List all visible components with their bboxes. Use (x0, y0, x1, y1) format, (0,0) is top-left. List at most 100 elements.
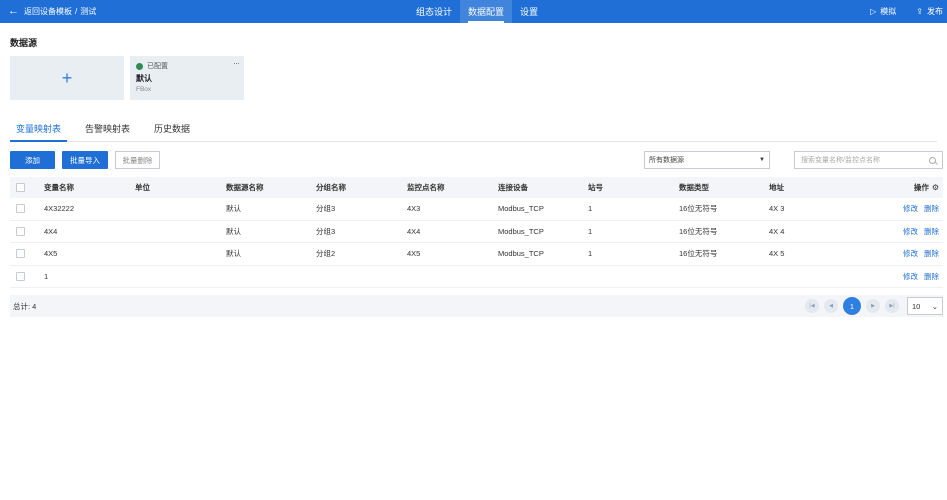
edit-link[interactable]: 修改 (903, 226, 918, 237)
filter-value: 所有数据源 (649, 157, 684, 164)
cell-variable-name: 1 (44, 271, 49, 281)
cell-datasource: 默认 (226, 249, 241, 259)
row-actions: 修改 删除 (897, 198, 939, 220)
current-page[interactable]: 1 (843, 297, 861, 315)
add-button[interactable]: 添加 (10, 151, 55, 169)
cell-monitor-point: 4X5 (407, 249, 421, 259)
col-unit: 单位 (135, 183, 150, 192)
row-checkbox[interactable] (16, 204, 25, 214)
first-page-icon[interactable]: |◀ (805, 299, 819, 313)
main-tabs: 组态设计 数据配置 设置 (408, 0, 546, 23)
pagination: |◀ ◀ 1 ▶ ▶| 10 ⌄ (800, 295, 943, 317)
col-actions: 操作 ⚙ (914, 177, 939, 198)
chevron-down-icon: ⌄ (931, 301, 938, 311)
prev-page-icon[interactable]: ◀ (824, 299, 838, 313)
delete-link[interactable]: 删除 (924, 203, 939, 214)
search-placeholder: 搜索变量名称/监控点名称 (801, 157, 880, 164)
more-icon[interactable]: ··· (233, 58, 240, 68)
tab-design[interactable]: 组态设计 (408, 0, 460, 23)
datasource-title: 数据源 (10, 38, 38, 48)
caret-down-icon: ▼ (759, 157, 765, 163)
cell-station: 1 (588, 204, 593, 214)
plus-icon: + (61, 67, 73, 88)
edit-link[interactable]: 修改 (903, 248, 918, 259)
edit-link[interactable]: 修改 (903, 203, 918, 214)
cell-datasource: 默认 (226, 204, 241, 214)
page-size-select[interactable]: 10 ⌄ (907, 297, 943, 315)
cell-station: 1 (588, 226, 593, 236)
datasource-status: 已配置 (136, 61, 238, 71)
play-icon: ▷ (870, 7, 877, 16)
datasource-filter-select[interactable]: 所有数据源 ▼ (644, 151, 770, 169)
datasource-name: 默认 (136, 74, 152, 83)
col-device: 连接设备 (498, 183, 528, 192)
tab-history-data[interactable]: 历史数据 (148, 116, 196, 141)
back-label: 返回设备模板 (24, 7, 72, 16)
datasource-card[interactable]: 已配置 ··· 默认 FBox (130, 56, 244, 100)
col-address: 地址 (769, 183, 784, 192)
edit-link[interactable]: 修改 (903, 271, 918, 282)
simulate-label: 模拟 (880, 7, 897, 16)
total-count: 总计: 4 (13, 301, 37, 311)
search-icon (929, 156, 936, 164)
row-checkbox[interactable] (16, 271, 25, 281)
tab-data-config[interactable]: 数据配置 (460, 0, 513, 23)
top-bar: ← 返回设备模板 / 测试 组态设计 数据配置 设置 ▷ 模拟 ⇪ 发布 (0, 0, 947, 23)
cell-datasource: 默认 (226, 226, 241, 236)
table-row: 4X32222 默认 分组3 4X3 Modbus_TCP 1 16位无符号 4… (10, 198, 943, 221)
cell-variable-name: 4X32222 (44, 204, 75, 214)
batch-import-button[interactable]: 批量导入 (62, 151, 108, 169)
tab-alarm-map[interactable]: 告警映射表 (79, 116, 136, 141)
row-actions: 修改 删除 (897, 243, 939, 265)
cell-variable-name: 4X4 (44, 226, 58, 236)
next-page-icon[interactable]: ▶ (866, 299, 880, 313)
cell-variable-name: 4X5 (44, 249, 58, 259)
cell-device: Modbus_TCP (498, 226, 544, 236)
sub-tabs: 变量映射表 告警映射表 历史数据 (10, 116, 937, 142)
row-checkbox[interactable] (16, 226, 25, 236)
delete-link[interactable]: 删除 (924, 271, 939, 282)
back-link[interactable]: ← 返回设备模板 / 测试 (8, 0, 96, 23)
col-group: 分组名称 (316, 183, 346, 192)
table-row: 1 修改 删除 (10, 266, 943, 288)
cell-group: 分组2 (316, 249, 336, 259)
cell-data-type: 16位无符号 (679, 249, 718, 259)
back-arrow-icon: ← (8, 5, 19, 17)
gear-icon[interactable]: ⚙ (932, 183, 939, 192)
simulate-button[interactable]: ▷ 模拟 (870, 6, 896, 17)
table-footer: 总计: 4 |◀ ◀ 1 ▶ ▶| 10 ⌄ (10, 295, 943, 317)
cell-group: 分组3 (316, 204, 336, 214)
delete-link[interactable]: 删除 (924, 226, 939, 237)
datasource-type: FBox (136, 86, 152, 93)
cell-monitor-point: 4X4 (407, 226, 421, 236)
batch-delete-button[interactable]: 批量删除 (115, 151, 160, 169)
tab-variable-map[interactable]: 变量映射表 (10, 116, 68, 142)
publish-label: 发布 (927, 7, 943, 16)
tab-settings[interactable]: 设置 (512, 0, 546, 23)
publish-button[interactable]: ⇪ 发布 (916, 6, 943, 17)
last-page-icon[interactable]: ▶| (885, 299, 899, 313)
actions-label: 操作 (913, 183, 929, 192)
table-header: 变量名称 单位 数据源名称 分组名称 监控点名称 连接设备 站号 数据类型 地址… (10, 177, 943, 198)
upload-icon: ⇪ (916, 7, 923, 16)
table-row: 4X5 默认 分组2 4X5 Modbus_TCP 1 16位无符号 4X 5 … (10, 243, 943, 266)
cell-device: Modbus_TCP (498, 204, 544, 214)
variable-table: 变量名称 单位 数据源名称 分组名称 监控点名称 连接设备 站号 数据类型 地址… (10, 177, 943, 288)
table-row: 4X4 默认 分组3 4X4 Modbus_TCP 1 16位无符号 4X 4 … (10, 221, 943, 243)
cell-address: 4X 5 (769, 249, 785, 259)
cell-group: 分组3 (316, 226, 336, 236)
breadcrumb-separator: / (75, 7, 78, 16)
cell-station: 1 (588, 249, 593, 259)
status-dot-icon (136, 62, 143, 70)
cell-data-type: 16位无符号 (679, 226, 718, 236)
page-size-value: 10 (912, 301, 921, 311)
add-datasource-card[interactable]: + (10, 56, 124, 100)
search-input[interactable]: 搜索变量名称/监控点名称 (794, 151, 943, 169)
row-actions: 修改 删除 (897, 266, 939, 288)
select-all-checkbox[interactable] (16, 183, 25, 192)
project-name: 测试 (80, 7, 97, 16)
col-monitor-point: 监控点名称 (407, 183, 445, 192)
delete-link[interactable]: 删除 (924, 248, 939, 259)
row-checkbox[interactable] (16, 249, 25, 259)
col-datasource: 数据源名称 (226, 183, 264, 192)
